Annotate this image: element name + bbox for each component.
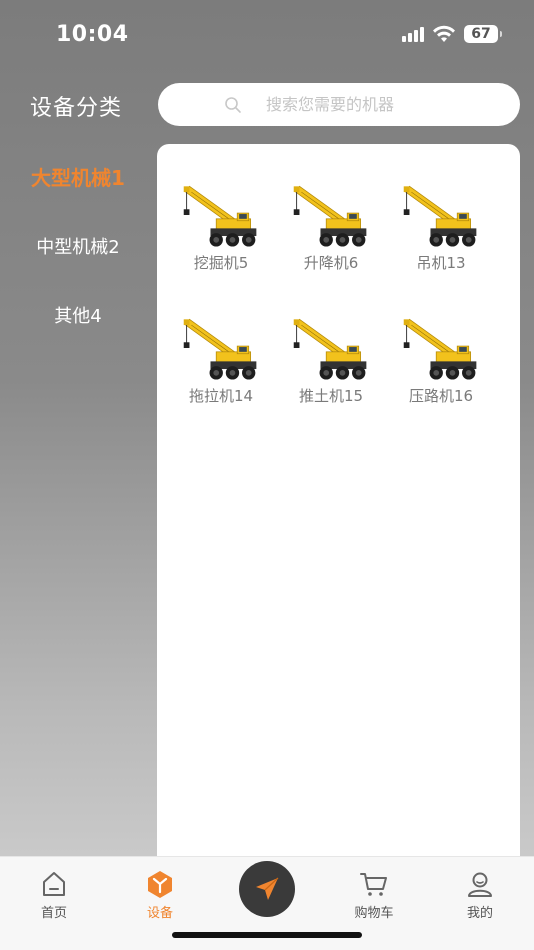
- search-bar[interactable]: [158, 83, 520, 126]
- tab-equipment-label: 设备: [146, 906, 173, 921]
- search-input[interactable]: [266, 83, 496, 126]
- product-label: 升降机6: [303, 254, 359, 272]
- status-time: 10:04: [56, 22, 129, 47]
- crane-image: [398, 313, 484, 383]
- tab-home[interactable]: 首页: [24, 869, 84, 921]
- equipment-icon: [148, 871, 172, 898]
- category-medium-machinery[interactable]: 中型机械2: [0, 233, 156, 259]
- tab-profile-label: 我的: [466, 906, 493, 921]
- user-icon: [468, 872, 492, 897]
- home-indicator: [172, 932, 362, 938]
- battery-level: 67: [471, 26, 491, 42]
- category-large-machinery[interactable]: 大型机械1: [0, 162, 156, 191]
- tab-equipment[interactable]: 设备: [130, 869, 190, 921]
- tab-home-label: 首页: [40, 906, 67, 921]
- product-label: 吊机13: [416, 254, 466, 272]
- product-item[interactable]: 吊机13: [393, 180, 489, 273]
- crane-image: [288, 180, 374, 250]
- product-item[interactable]: 升降机6: [283, 180, 379, 273]
- product-label: 拖拉机14: [188, 387, 254, 405]
- status-bar: 10:04 67: [0, 0, 534, 70]
- product-label: 推土机15: [298, 387, 364, 405]
- center-send-button[interactable]: [239, 861, 295, 917]
- tab-cart[interactable]: 购物车: [344, 869, 404, 921]
- crane-image: [178, 313, 264, 383]
- product-item[interactable]: 压路机16: [393, 313, 489, 406]
- search-icon: [225, 97, 241, 113]
- wifi-icon: [433, 25, 455, 42]
- product-item[interactable]: 拖拉机14: [173, 313, 269, 406]
- cart-icon: [360, 873, 387, 896]
- signal-icon: [402, 26, 424, 42]
- product-item[interactable]: 推土机15: [283, 313, 379, 406]
- status-icons: 67: [402, 25, 502, 43]
- crane-image: [178, 180, 264, 250]
- product-label: 压路机16: [408, 387, 474, 405]
- product-panel: 挖掘机5 升降机6 吊机13 拖拉机14 推土机15 压路机16: [157, 144, 520, 874]
- send-icon: [256, 877, 279, 900]
- crane-image: [288, 313, 374, 383]
- battery-icon: 67: [464, 25, 502, 43]
- home-icon: [43, 872, 65, 896]
- product-item[interactable]: 挖掘机5: [173, 180, 269, 273]
- tab-cart-label: 购物车: [354, 906, 394, 921]
- category-other[interactable]: 其他4: [0, 302, 156, 328]
- crane-image: [398, 180, 484, 250]
- tab-profile[interactable]: 我的: [450, 869, 510, 921]
- sidebar-title: 设备分类: [30, 96, 123, 121]
- product-label: 挖掘机5: [193, 254, 249, 272]
